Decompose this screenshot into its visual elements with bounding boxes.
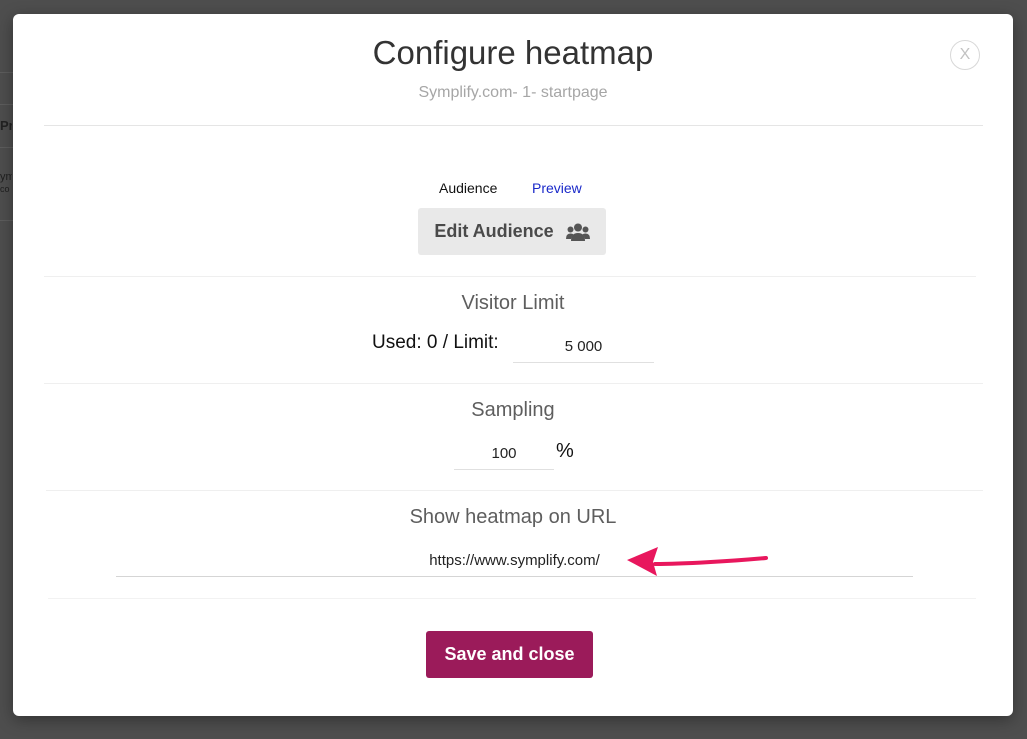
header-divider bbox=[44, 125, 983, 126]
section-divider bbox=[44, 383, 983, 384]
users-icon bbox=[565, 223, 590, 241]
save-and-close-button[interactable]: Save and close bbox=[426, 631, 593, 678]
configure-heatmap-dialog: Configure heatmap Symplify.com- 1- start… bbox=[13, 14, 1013, 716]
tab-preview[interactable]: Preview bbox=[532, 180, 582, 196]
heatmap-url-input[interactable] bbox=[116, 544, 913, 577]
tab-audience[interactable]: Audience bbox=[439, 180, 497, 196]
section-divider bbox=[44, 276, 976, 277]
background-divider bbox=[0, 104, 14, 105]
background-divider bbox=[0, 72, 14, 73]
background-divider bbox=[0, 147, 14, 148]
visitor-limit-title: Visitor Limit bbox=[461, 292, 565, 314]
sampling-input[interactable] bbox=[454, 437, 554, 470]
sampling-title: Sampling bbox=[471, 399, 555, 421]
background-header-fragment: Pro bbox=[0, 118, 12, 133]
annotation-arrow bbox=[627, 547, 768, 576]
dialog-title: Configure heatmap bbox=[372, 34, 654, 71]
close-button[interactable]: X bbox=[950, 40, 980, 70]
close-icon: X bbox=[959, 46, 971, 63]
background-text-fragment: co bbox=[0, 184, 10, 194]
show-heatmap-url-title: Show heatmap on URL bbox=[409, 506, 617, 528]
edit-audience-label: Edit Audience bbox=[434, 221, 554, 241]
section-divider bbox=[46, 490, 983, 491]
background-text-fragment: ym bbox=[0, 171, 12, 183]
used-limit-label: Used: 0 / Limit: bbox=[372, 332, 499, 353]
dialog-subtitle: Symplify.com- 1- startpage bbox=[418, 84, 608, 101]
visitor-limit-input[interactable] bbox=[513, 330, 654, 363]
background-divider bbox=[0, 220, 14, 221]
section-divider bbox=[48, 598, 976, 599]
edit-audience-button[interactable]: Edit Audience bbox=[418, 208, 606, 255]
percent-unit: % bbox=[556, 440, 574, 462]
